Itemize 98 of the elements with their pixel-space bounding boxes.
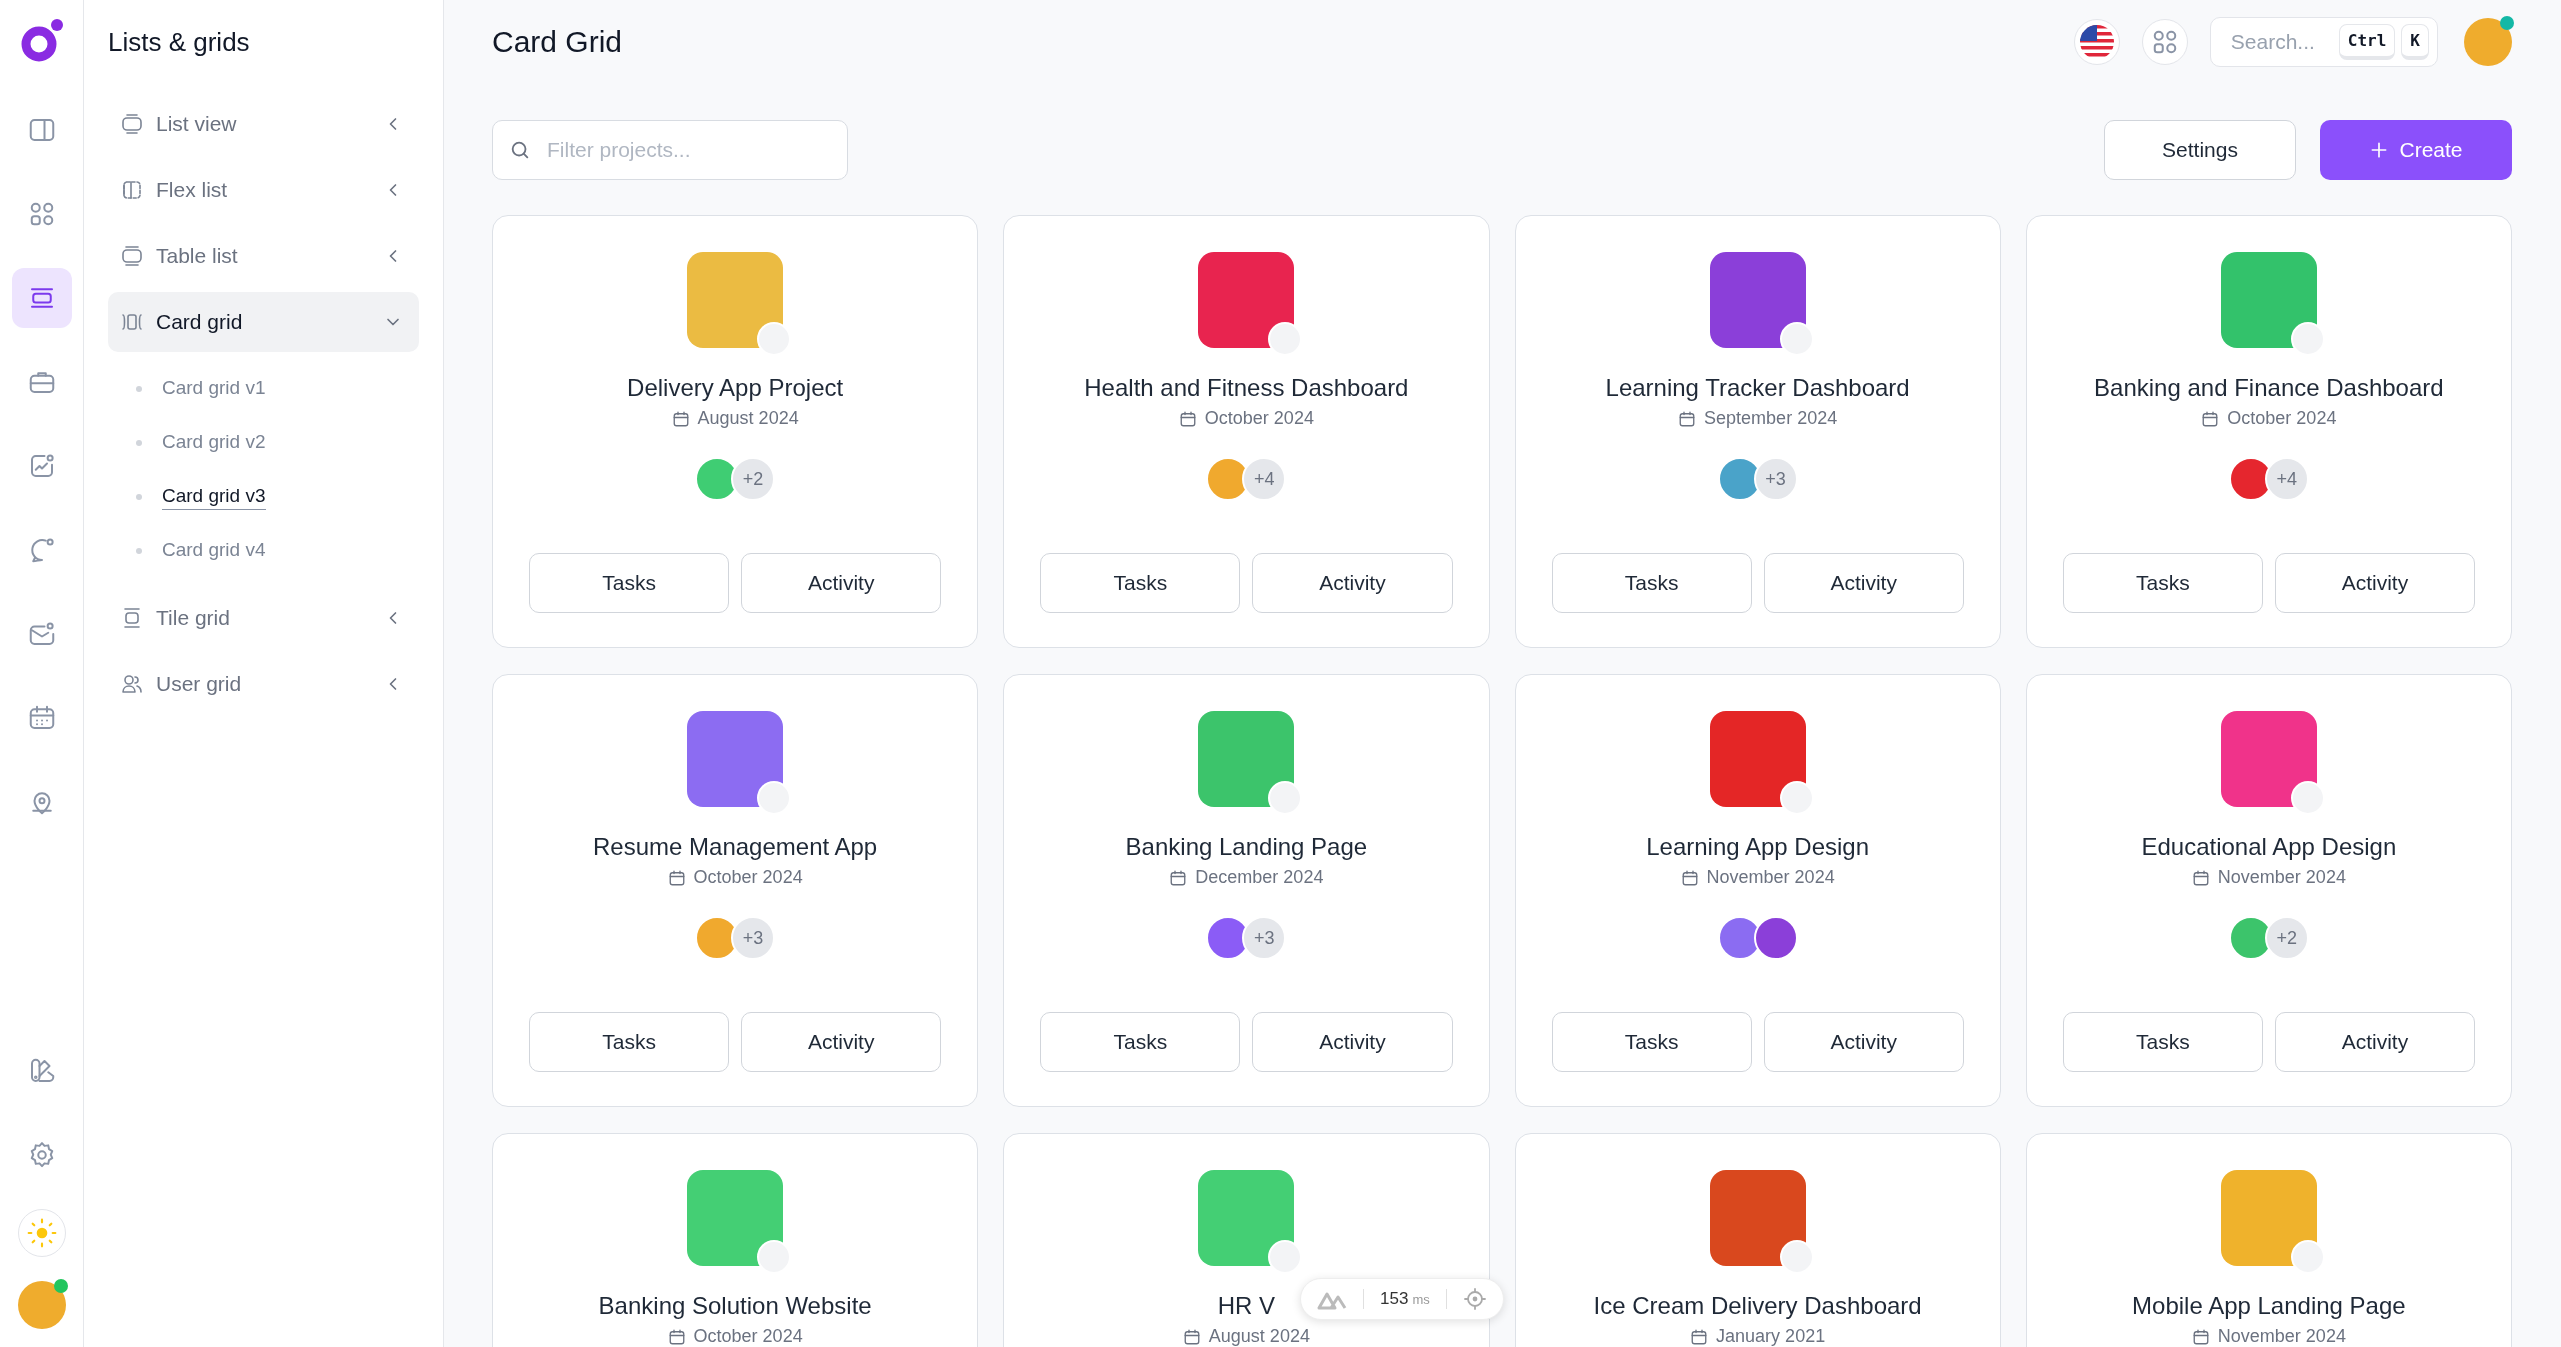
member-count: +3 [1242,916,1287,960]
rail-nav-button[interactable] [11,268,72,328]
calendar-icon [2191,868,2210,887]
sidebar-subitem[interactable]: Card grid v3 [162,484,266,510]
shortcut-key: K [2401,24,2429,60]
sidebar-item[interactable]: User grid [108,654,419,714]
card-action-button[interactable]: Tasks [529,1012,730,1072]
settings-button[interactable]: Settings [2104,120,2296,180]
search-icon [509,139,531,161]
member-count: +2 [2264,916,2309,960]
card-action-button[interactable]: Tasks [1551,553,1752,613]
project-date: January 2021 [1716,1326,1826,1347]
flex-list-icon [120,178,144,202]
sun-icon [25,1217,58,1249]
card-action-button[interactable]: Tasks [1551,1012,1752,1072]
project-date: December 2024 [1195,867,1324,888]
search-field[interactable]: Search... Ctrl K [2209,17,2438,67]
sidebar-item[interactable]: Tile grid [108,588,419,648]
calendar-icon [1678,409,1697,428]
card-action-button[interactable]: Activity [1763,553,1964,613]
project-title: Educational App Design [2141,833,2397,861]
filter-input[interactable]: Filter projects... [545,137,831,163]
render-time: 153 ms [1380,1289,1430,1309]
calendar-icon [667,1327,686,1346]
card-action-button[interactable]: Tasks [2062,553,2263,613]
calendar-icon [671,409,690,428]
member-count: +3 [731,916,776,960]
bullet-dot [136,548,142,554]
project-title: Learning App Design [1646,833,1870,861]
filter-field[interactable]: Filter projects... [492,120,848,180]
project-title: Learning Tracker Dashboard [1605,374,1910,402]
project-title: Resume Management App [593,833,878,861]
member-count: +4 [2264,457,2309,501]
project-date: November 2024 [1706,867,1835,888]
sidebar-item[interactable]: Table list [108,226,419,286]
card-action-button[interactable]: Tasks [1040,553,1241,613]
card-action-button[interactable]: Activity [2274,553,2475,613]
table-list-icon [120,244,144,268]
profile-avatar[interactable] [2464,18,2512,66]
card-action-button[interactable]: Activity [741,1012,942,1072]
project-date: October 2024 [1204,408,1314,429]
project-title: Banking Landing Page [1125,833,1368,861]
calendar-icon [1182,1327,1201,1346]
card-action-button[interactable]: Activity [2274,1012,2475,1072]
project-date: October 2024 [2227,408,2337,429]
project-title: HR V [1217,1292,1276,1320]
project-date: September 2024 [1704,408,1838,429]
card-action-button[interactable]: Tasks [2062,1012,2263,1072]
project-title: Delivery App Project [627,374,844,402]
member-count: +2 [731,457,776,501]
card-action-button[interactable]: Tasks [529,553,730,613]
sidebar-subitem[interactable]: Card grid v1 [162,376,266,402]
calendar-icon [1680,868,1699,887]
calendar-icon [667,868,686,887]
project-title: Ice Cream Delivery Dashboard [1593,1292,1922,1320]
project-date: October 2024 [693,1326,803,1347]
card-action-button[interactable]: Activity [741,553,942,613]
user-grid-icon [120,672,144,696]
project-title: Health and Fitness Dashboard [1084,374,1409,402]
card-action-button[interactable]: Activity [1763,1012,1964,1072]
project-title: Mobile App Landing Page [2132,1292,2406,1320]
user-avatar[interactable] [17,1281,66,1329]
bullet-dot [136,494,142,500]
sidebar-title: Lists & grids [108,25,251,59]
flag-icon [2079,25,2114,59]
create-button[interactable]: Create [2320,120,2512,180]
sidebar-subitem[interactable]: Card grid v4 [162,538,266,564]
project-title: Banking Solution Website [598,1292,872,1320]
project-date: October 2024 [693,867,803,888]
card-action-button[interactable]: Activity [1252,1012,1453,1072]
sidebar-subitem[interactable]: Card grid v2 [162,430,266,456]
crosshair-icon [1462,1287,1487,1311]
member-count: +3 [1753,457,1798,501]
project-date: August 2024 [1208,1326,1310,1347]
card-action-button[interactable]: Activity [1252,553,1453,613]
search-input[interactable]: Search... [2228,29,2333,55]
card-action-button[interactable]: Tasks [1040,1012,1241,1072]
bullet-dot [136,386,142,392]
list-view-icon [120,112,144,136]
shortcut-key: Ctrl [2338,24,2396,60]
calendar-icon [2201,409,2220,428]
sidebar-item[interactable]: Flex list [108,160,419,220]
calendar-icon [1690,1327,1709,1346]
calendar-icon [1178,409,1197,428]
page-title: Card Grid [492,25,624,59]
bullet-dot [136,440,142,446]
apps-button[interactable] [2141,19,2188,65]
project-date: November 2024 [2217,1326,2346,1347]
calendar-icon [1169,868,1188,887]
theme-toggle-button[interactable] [17,1209,66,1257]
project-title: Banking and Finance Dashboard [2094,374,2444,402]
member-count: +4 [1242,457,1287,501]
project-date: November 2024 [2217,867,2346,888]
calendar-icon [2191,1327,2210,1346]
language-button[interactable] [2073,19,2120,65]
project-date: August 2024 [697,408,799,429]
sidebar-item[interactable]: List view [108,94,419,154]
sidebar-item[interactable]: Card grid [108,292,419,352]
